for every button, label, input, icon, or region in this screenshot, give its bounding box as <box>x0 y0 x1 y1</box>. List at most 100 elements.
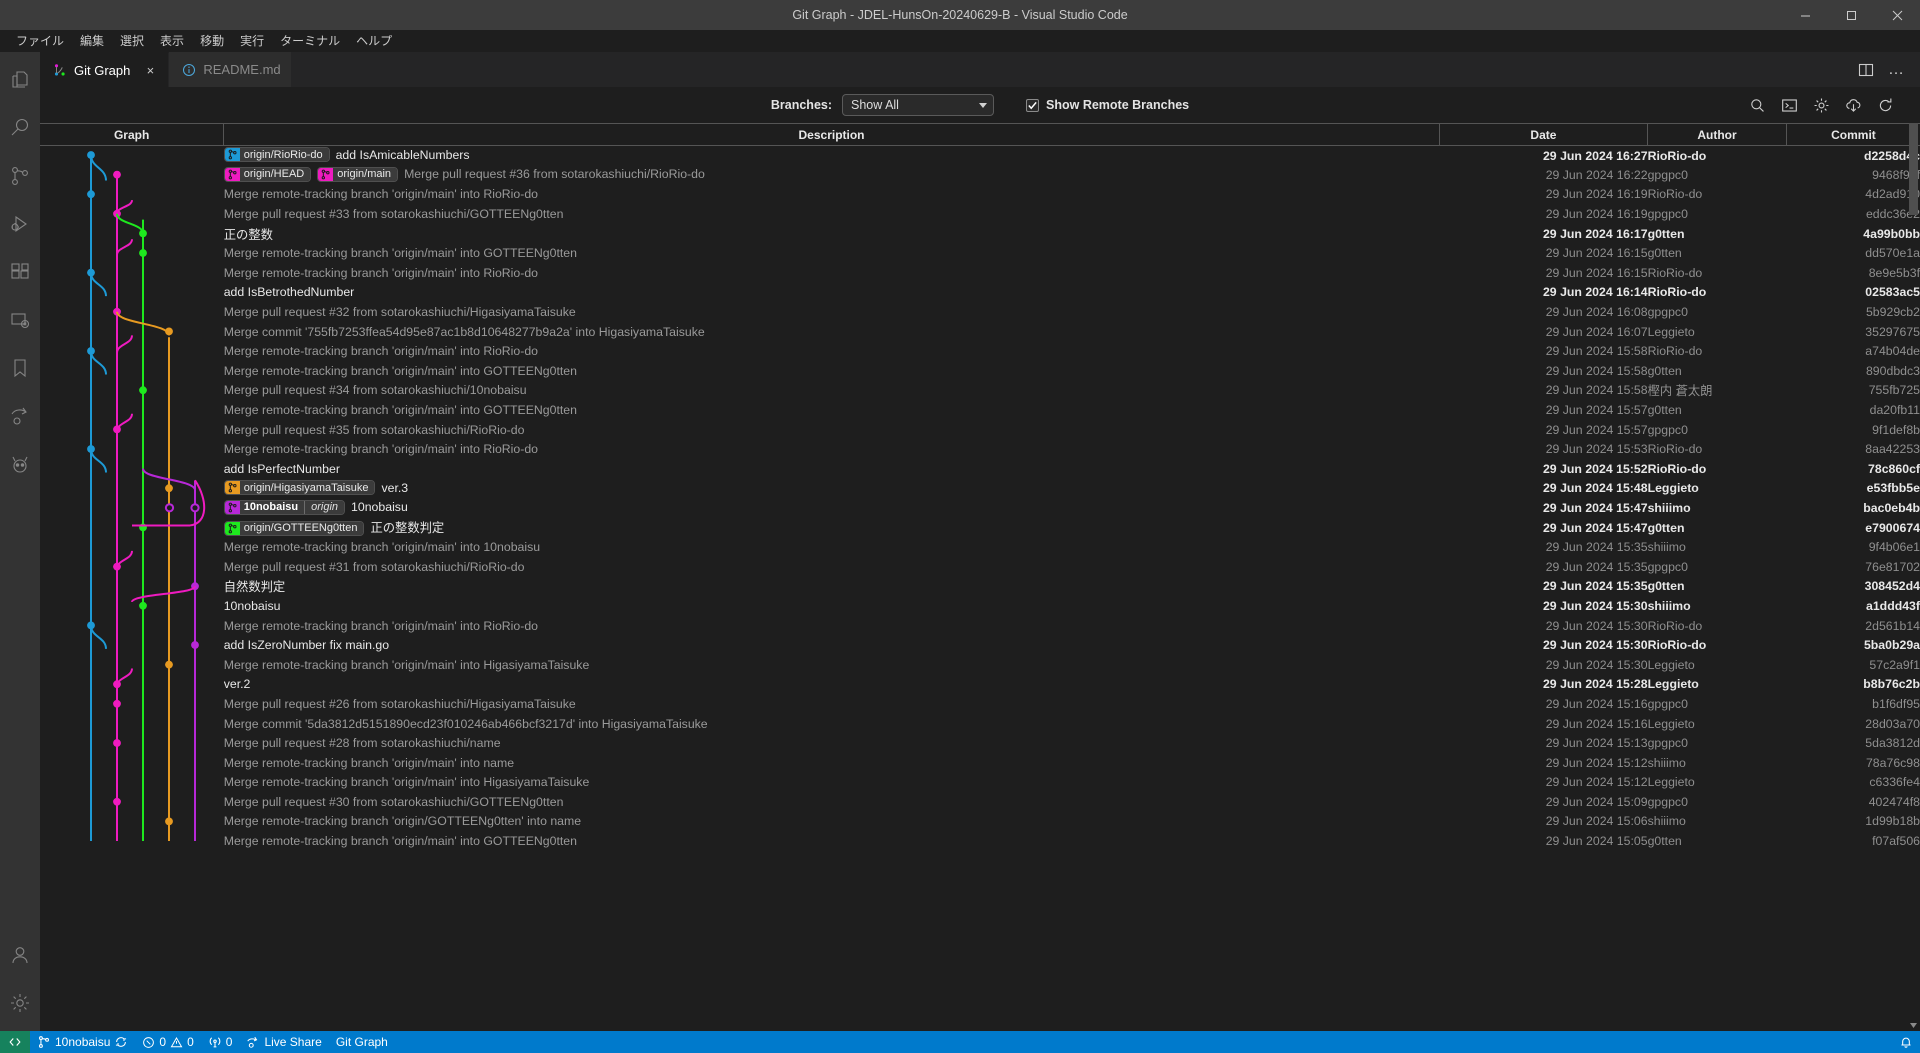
table-row[interactable]: Merge remote-tracking branch 'origin/mai… <box>40 185 1920 205</box>
table-row[interactable]: 10nobaisu 29 Jun 2024 15:30 shiiimo a1ddd43… <box>40 596 1920 616</box>
remote-window-button[interactable] <box>0 1031 30 1053</box>
table-row[interactable]: Merge pull request #32 from sotarokashiu… <box>40 302 1920 322</box>
menu-go[interactable]: 移動 <box>192 31 232 51</box>
table-row[interactable]: Merge remote-tracking branch 'origin/mai… <box>40 400 1920 420</box>
status-ports[interactable]: 0 <box>201 1031 240 1053</box>
branch-ref-tag[interactable]: 10nobaisu origin <box>223 499 346 515</box>
row-commit-cell: 35297675 <box>1865 324 1920 339</box>
menu-run[interactable]: 実行 <box>232 31 272 51</box>
table-row[interactable]: Merge remote-tracking branch 'origin/mai… <box>40 616 1920 636</box>
column-header-commit[interactable]: Commit <box>1785 123 1920 146</box>
row-date-cell: 29 Jun 2024 15:48 <box>1542 481 1648 496</box>
menu-edit[interactable]: 編集 <box>72 31 112 51</box>
row-author-cell: Leggieto <box>1647 716 1695 731</box>
extensions-icon[interactable] <box>0 248 40 296</box>
more-actions-icon[interactable]: … <box>1882 56 1910 84</box>
table-row[interactable]: origin/HEAD origin/main Merge pull request… <box>40 165 1920 185</box>
row-commit-cell: 9f4b06e1 <box>1868 540 1920 555</box>
branch-ref-tag[interactable]: origin/HEAD <box>223 166 312 182</box>
status-notifications[interactable] <box>1892 1031 1920 1053</box>
split-editor-icon[interactable] <box>1852 56 1880 84</box>
table-row[interactable]: Merge remote-tracking branch 'origin/mai… <box>40 831 1920 851</box>
branch-ref-tag[interactable]: origin/RioRio-do <box>223 147 330 163</box>
menu-help[interactable]: ヘルプ <box>348 31 400 51</box>
table-row[interactable]: 正の整数 29 Jun 2024 16:17 g0tten 4a99b0bb <box>40 224 1920 244</box>
vertical-scrollbar[interactable] <box>1906 123 1920 1031</box>
table-row[interactable]: Merge remote-tracking branch 'origin/mai… <box>40 361 1920 381</box>
warning-icon <box>170 1036 183 1047</box>
menu-terminal[interactable]: ターミナル <box>272 31 348 51</box>
branch-ref-tag[interactable]: origin/main <box>317 166 399 182</box>
table-row[interactable]: add IsZeroNumber fix main.go 29 Jun 2024 … <box>40 635 1920 655</box>
row-description-cell: 10nobaisu <box>224 596 1440 616</box>
table-row[interactable]: ver.2 29 Jun 2024 15:28 Leggieto b8b76c2b <box>40 675 1920 695</box>
row-description-cell: origin/HigasiyamaTaisuke ver.3 <box>223 479 1440 499</box>
status-git-graph[interactable]: Git Graph <box>329 1031 395 1053</box>
status-problems[interactable]: 0 0 <box>135 1031 200 1053</box>
table-row[interactable]: Merge pull request #30 from sotarokashiu… <box>40 792 1920 812</box>
bookmarks-icon[interactable] <box>0 344 40 392</box>
table-row[interactable]: Merge pull request #33 from sotarokashiu… <box>40 204 1920 224</box>
branch-ref-tag[interactable]: origin/GOTTEENg0tten <box>223 520 365 536</box>
table-row[interactable]: Merge remote-tracking branch 'origin/mai… <box>40 243 1920 263</box>
tab-close-icon[interactable]: × <box>142 62 158 78</box>
settings-gear-icon[interactable] <box>0 979 40 1027</box>
menu-file[interactable]: ファイル <box>8 31 72 51</box>
table-row[interactable]: Merge remote-tracking branch 'origin/mai… <box>40 773 1920 793</box>
table-row[interactable]: Merge pull request #28 from sotarokashiu… <box>40 733 1920 753</box>
table-row[interactable]: origin/HigasiyamaTaisuke ver.3 29 Jun 2024… <box>40 479 1920 499</box>
menu-view[interactable]: 表示 <box>152 31 192 51</box>
branch-ref-name: origin/RioRio-do <box>239 148 329 162</box>
table-row[interactable]: Merge pull request #35 from sotarokashiu… <box>40 420 1920 440</box>
branches-label: Branches: <box>770 98 833 112</box>
tab-readme[interactable]: README.md <box>169 52 292 87</box>
table-row[interactable]: Merge remote-tracking branch 'origin/mai… <box>40 655 1920 675</box>
table-row[interactable]: Merge remote-tracking branch 'origin/mai… <box>40 439 1920 459</box>
table-row[interactable]: Merge remote-tracking branch 'origin/GOT… <box>40 812 1920 832</box>
column-header-author[interactable]: Author <box>1647 123 1787 146</box>
accounts-icon[interactable] <box>0 931 40 979</box>
git-graph-icon[interactable] <box>0 440 40 488</box>
window-minimize-button[interactable] <box>1782 0 1828 30</box>
row-graph-cell <box>40 381 224 401</box>
window-close-button[interactable] <box>1874 0 1920 30</box>
remote-explorer-icon[interactable] <box>0 296 40 344</box>
show-remote-branches-toggle[interactable]: Show Remote Branches <box>1026 98 1189 112</box>
status-branch[interactable]: 10nobaisu <box>30 1031 135 1053</box>
table-row[interactable]: Merge remote-tracking branch 'origin/mai… <box>40 263 1920 283</box>
column-header-date[interactable]: Date <box>1438 123 1648 146</box>
search-icon[interactable] <box>0 104 40 152</box>
menu-selection[interactable]: 選択 <box>112 31 152 51</box>
table-row[interactable]: 10nobaisu origin 10nobaisu 29 Jun 2024 15:4… <box>40 498 1920 518</box>
tab-git-graph[interactable]: Git Graph × <box>40 52 170 87</box>
run-and-debug-icon[interactable] <box>0 200 40 248</box>
table-row[interactable]: Merge remote-tracking branch 'origin/mai… <box>40 753 1920 773</box>
table-row[interactable]: Merge remote-tracking branch 'origin/mai… <box>40 341 1920 361</box>
table-row[interactable]: add IsBetrothedNumber 29 Jun 2024 16:14 Ri… <box>40 283 1920 303</box>
table-row[interactable]: Merge remote-tracking branch 'origin/mai… <box>40 537 1920 557</box>
table-row[interactable]: Merge commit '755fb7253ffea54d95e87ac1b8… <box>40 322 1920 342</box>
table-row[interactable]: add IsPerfectNumber 29 Jun 2024 15:52 RioR… <box>40 459 1920 479</box>
table-row[interactable]: origin/GOTTEENg0tten 正の整数判定 29 Jun 2024 15… <box>40 518 1920 538</box>
scroll-down-arrow[interactable] <box>1906 1019 1920 1031</box>
table-row[interactable]: Merge pull request #31 from sotarokashiu… <box>40 557 1920 577</box>
column-header-description[interactable]: Description <box>223 123 1440 146</box>
row-date-cell: 29 Jun 2024 15:35 <box>1542 579 1648 594</box>
branches-dropdown[interactable]: Show All <box>842 94 995 116</box>
table-row[interactable]: Merge commit '5da3812d5151890ecd23f01024… <box>40 714 1920 734</box>
table-row[interactable]: Merge pull request #26 from sotarokashiu… <box>40 694 1920 714</box>
scrollbar-thumb[interactable] <box>1909 123 1918 215</box>
row-commit-cell: a74b04de <box>1865 344 1920 359</box>
table-row[interactable]: origin/RioRio-do add IsAmicableNumbers 29 … <box>40 146 1920 166</box>
status-live-share[interactable]: Live Share <box>239 1031 328 1053</box>
branch-ref-tag[interactable]: origin/HigasiyamaTaisuke <box>223 480 376 496</box>
explorer-icon[interactable] <box>0 56 40 104</box>
row-commit-cell: 9468f98f <box>1872 167 1920 182</box>
checkbox-icon[interactable] <box>1026 98 1040 112</box>
window-maximize-button[interactable] <box>1828 0 1874 30</box>
column-header-graph[interactable]: Graph <box>40 123 224 146</box>
live-share-icon[interactable] <box>0 392 40 440</box>
table-row[interactable]: 自然数判定 29 Jun 2024 15:35 g0tten 308452d4 <box>40 577 1920 597</box>
table-row[interactable]: Merge pull request #34 from sotarokashiu… <box>40 381 1920 401</box>
source-control-icon[interactable] <box>0 152 40 200</box>
